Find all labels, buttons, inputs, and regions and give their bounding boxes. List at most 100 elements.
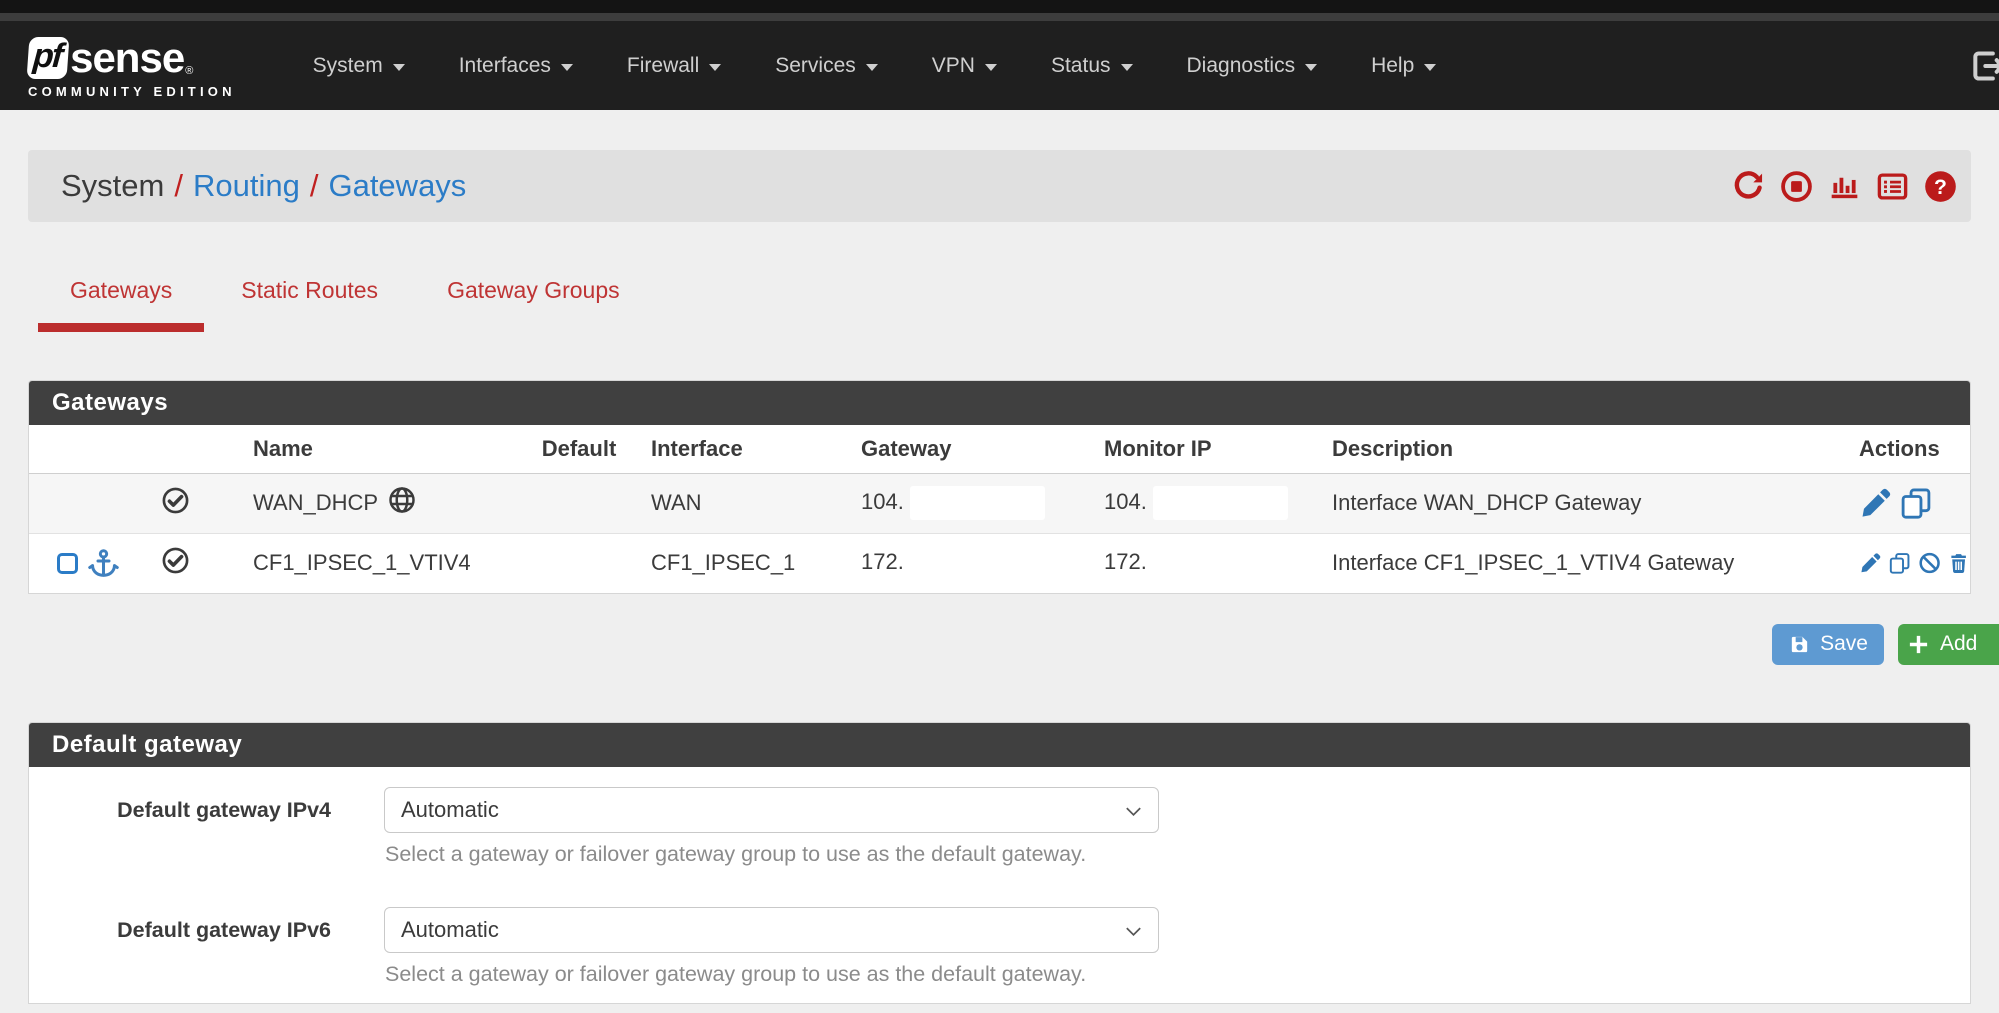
- window-title-strip: [0, 13, 1999, 21]
- sense-logo-text: sense: [70, 37, 184, 79]
- default-gateway-ipv4-value: Automatic: [401, 797, 499, 823]
- default-gateway-panel-title: Default gateway: [29, 723, 1970, 767]
- column-select: [29, 425, 216, 473]
- community-edition-label: COMMUNITY EDITION: [28, 84, 236, 99]
- nav-vpn[interactable]: VPN: [905, 40, 1024, 92]
- delete-icon[interactable]: [1947, 546, 1970, 580]
- chevron-down-icon: [1424, 64, 1436, 71]
- copy-icon[interactable]: [1899, 486, 1933, 520]
- table-row: CF1_IPSEC_1_VTIV4 CF1_IPSEC_1 172. 172. …: [29, 533, 1970, 593]
- add-button-label: Add: [1940, 632, 1977, 656]
- nav-status[interactable]: Status: [1024, 40, 1160, 92]
- default-gateway-ipv6-value: Automatic: [401, 917, 499, 943]
- tab-gateway-groups[interactable]: Gateway Groups: [415, 268, 652, 332]
- chevron-down-icon: [1121, 64, 1133, 71]
- default-gateway-ipv6-select[interactable]: Automatic: [384, 907, 1159, 953]
- table-buttons-row: Save Add: [28, 624, 1971, 665]
- nav-services[interactable]: Services: [748, 40, 905, 92]
- breadcrumb-separator: /: [174, 168, 183, 204]
- interface-cell: CF1_IPSEC_1: [639, 533, 834, 593]
- redacted-value: [910, 546, 1045, 580]
- nav-system[interactable]: System: [286, 40, 432, 92]
- default-gateway-ipv4-help: Select a gateway or failover gateway gro…: [385, 842, 1159, 867]
- pfsense-logo-wordmark: pf sense ®: [28, 37, 236, 79]
- anchor-icon[interactable]: [87, 547, 120, 580]
- default-gateway-ipv4-select[interactable]: Automatic: [384, 787, 1159, 833]
- row-checkbox[interactable]: [57, 553, 78, 574]
- default-gateway-panel: Default gateway Default gateway IPv4 Aut…: [28, 722, 1971, 1004]
- gateways-panel-title: Gateways: [29, 381, 1970, 425]
- chevron-down-icon: [1123, 921, 1144, 942]
- check-circle-icon: [161, 546, 190, 581]
- column-name: Name: [216, 425, 519, 473]
- chevron-down-icon: [709, 64, 721, 71]
- copy-icon[interactable]: [1888, 546, 1911, 580]
- window-top-strip: [0, 0, 1999, 13]
- page-action-icons: ?: [1728, 166, 1961, 207]
- table-header-row: Name Default Interface Gateway Monitor I…: [29, 425, 1970, 473]
- gateways-panel: Gateways Name Default Interface Gateway …: [28, 380, 1971, 594]
- default-gateway-ipv6-help: Select a gateway or failover gateway gro…: [385, 962, 1159, 987]
- redacted-value: [1153, 546, 1288, 580]
- edit-icon[interactable]: [1859, 546, 1882, 580]
- refresh-icon[interactable]: [1728, 166, 1769, 207]
- breadcrumb-separator: /: [310, 168, 319, 204]
- save-button[interactable]: Save: [1772, 624, 1884, 665]
- gateway-name: WAN_DHCP: [253, 490, 378, 516]
- main-menu: System Interfaces Firewall Services VPN …: [286, 40, 1464, 92]
- chevron-down-icon: [1305, 64, 1317, 71]
- top-navbar: pf sense ® COMMUNITY EDITION System Inte…: [0, 21, 1999, 110]
- default-cell: [519, 533, 639, 593]
- add-button[interactable]: Add: [1898, 624, 1999, 665]
- sign-out-icon[interactable]: [1967, 46, 1999, 86]
- nav-services-label: Services: [775, 54, 856, 78]
- check-circle-icon: [161, 486, 190, 521]
- registered-mark: ®: [185, 65, 193, 77]
- redacted-value: [1153, 486, 1288, 520]
- description-cell: Interface CF1_IPSEC_1_VTIV4 Gateway: [1319, 533, 1824, 593]
- edit-icon[interactable]: [1859, 486, 1893, 520]
- column-description: Description: [1319, 425, 1824, 473]
- breadcrumb: System / Routing / Gateways: [28, 150, 1971, 222]
- bar-chart-icon[interactable]: [1824, 166, 1865, 207]
- tab-static-routes[interactable]: Static Routes: [209, 268, 410, 332]
- pfsense-app: pf sense ® COMMUNITY EDITION System Inte…: [0, 0, 1999, 1004]
- breadcrumb-gateways-link[interactable]: Gateways: [328, 168, 466, 204]
- nav-interfaces-label: Interfaces: [459, 54, 551, 78]
- default-gateway-ipv4-label: Default gateway IPv4: [29, 787, 331, 867]
- interface-cell: WAN: [639, 473, 834, 533]
- nav-firewall[interactable]: Firewall: [600, 40, 748, 92]
- chevron-down-icon: [985, 64, 997, 71]
- nav-help[interactable]: Help: [1344, 40, 1463, 92]
- column-actions: Actions: [1824, 425, 1970, 473]
- default-gateway-ipv6-field: Default gateway IPv6 Automatic Select a …: [29, 907, 1970, 987]
- save-button-label: Save: [1820, 632, 1868, 656]
- tab-gateways[interactable]: Gateways: [38, 268, 204, 332]
- nav-help-label: Help: [1371, 54, 1414, 78]
- save-floppy-icon: [1788, 633, 1811, 656]
- default-gateway-ipv6-label: Default gateway IPv6: [29, 907, 331, 987]
- column-default: Default: [519, 425, 639, 473]
- nav-diagnostics[interactable]: Diagnostics: [1160, 40, 1345, 92]
- stop-circle-icon[interactable]: [1776, 166, 1817, 207]
- disable-icon[interactable]: [1918, 546, 1941, 580]
- plus-icon: [1907, 633, 1930, 656]
- pfsense-logo[interactable]: pf sense ® COMMUNITY EDITION: [28, 37, 236, 99]
- routing-tabs: Gateways Static Routes Gateway Groups: [38, 268, 1971, 332]
- default-gateway-ipv4-field: Default gateway IPv4 Automatic Select a …: [29, 787, 1970, 867]
- column-monitor-ip: Monitor IP: [1077, 425, 1319, 473]
- nav-interfaces[interactable]: Interfaces: [432, 40, 600, 92]
- chevron-down-icon: [1123, 801, 1144, 822]
- breadcrumb-routing-link[interactable]: Routing: [193, 168, 300, 204]
- log-list-icon[interactable]: [1872, 166, 1913, 207]
- monitor-ip: 104.: [1104, 489, 1147, 514]
- globe-icon: [387, 485, 417, 521]
- monitor-ip: 172.: [1104, 549, 1147, 574]
- pf-logo-mark: pf: [27, 37, 70, 79]
- breadcrumb-system: System: [61, 168, 164, 204]
- redacted-value: [910, 486, 1045, 520]
- nav-firewall-label: Firewall: [627, 54, 699, 78]
- help-icon[interactable]: ?: [1920, 166, 1961, 207]
- nav-status-label: Status: [1051, 54, 1111, 78]
- nav-diagnostics-label: Diagnostics: [1187, 54, 1296, 78]
